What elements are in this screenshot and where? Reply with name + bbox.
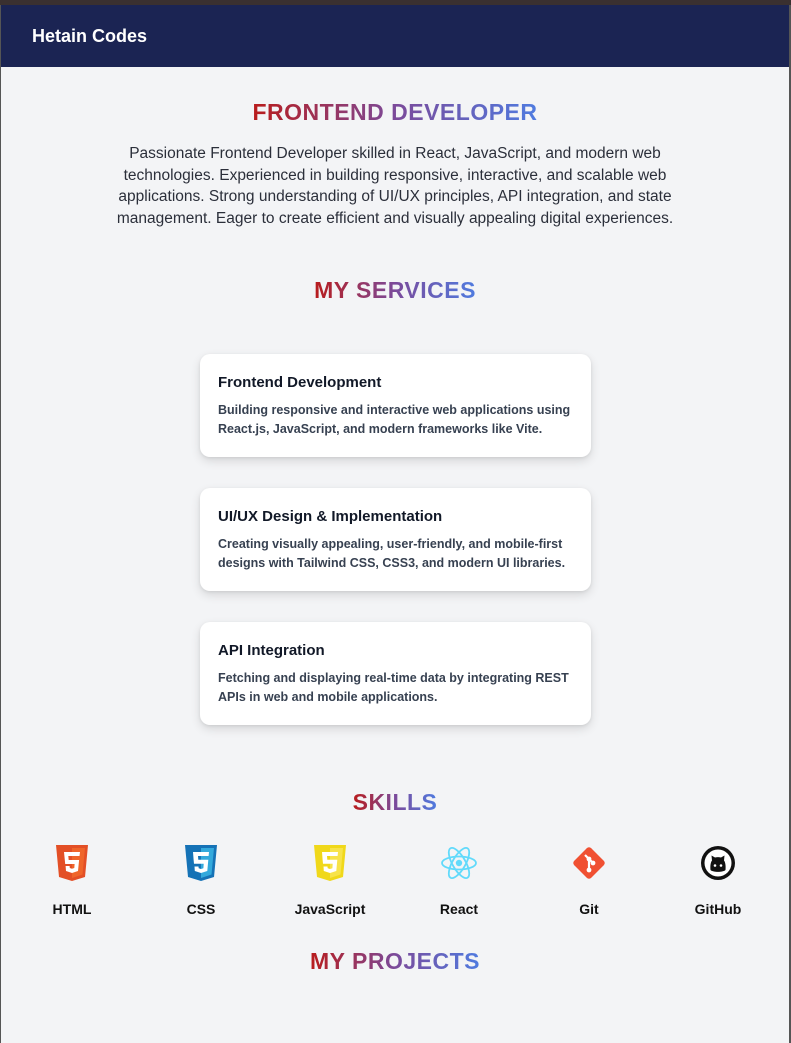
git-icon: [573, 847, 605, 879]
projects-heading: MY PROJECTS: [310, 948, 480, 974]
brand-logo-text[interactable]: Hetain Codes: [32, 26, 147, 47]
html5-icon: [56, 845, 88, 881]
skill-label: JavaScript: [294, 901, 366, 917]
skill-label: CSS: [186, 901, 216, 917]
skill-label: HTML: [52, 901, 92, 917]
service-card-description: Fetching and displaying real-time data b…: [218, 671, 569, 704]
navbar: Hetain Codes: [1, 5, 789, 67]
skills-heading: SKILLS: [352, 789, 438, 815]
react-icon: [441, 847, 477, 879]
hero-title: FRONTEND DEVELOPER: [252, 99, 538, 125]
service-card-title: Frontend Development: [218, 374, 382, 391]
skills-heading-wrap: SKILLS: [1, 789, 789, 816]
service-card-api: API Integration Fetching and displaying …: [200, 622, 591, 725]
skill-javascript: JavaScript: [270, 843, 390, 917]
skill-label: GitHub: [694, 901, 742, 917]
javascript-icon: [314, 845, 346, 881]
skill-css: CSS: [141, 843, 261, 917]
service-card-description: Building responsive and interactive web …: [218, 403, 571, 436]
css3-icon: [185, 845, 217, 881]
hero-title-wrap: FRONTEND DEVELOPER: [1, 99, 789, 126]
skill-react: React: [399, 843, 519, 917]
skill-html: HTML: [12, 843, 132, 917]
page-viewport: Hetain Codes FRONTEND DEVELOPER Passiona…: [0, 5, 791, 1043]
skill-label: Git: [579, 901, 599, 917]
skill-label: React: [439, 901, 479, 917]
services-heading-wrap: MY SERVICES: [1, 277, 789, 304]
services-heading: MY SERVICES: [314, 277, 476, 303]
hero-description: Passionate Frontend Developer skilled in…: [116, 145, 674, 227]
skill-git: Git: [529, 843, 649, 917]
skills-list: HTML CSS JavaScript React Git GitHub: [1, 843, 789, 923]
projects-heading-wrap: MY PROJECTS: [1, 948, 789, 975]
service-card-description: Creating visually appealing, user-friend…: [218, 537, 566, 570]
service-card-uiux: UI/UX Design & Implementation Creating v…: [200, 488, 591, 591]
github-icon: [701, 846, 735, 880]
service-card-title: API Integration: [218, 642, 325, 659]
skill-github: GitHub: [658, 843, 778, 917]
service-card-frontend: Frontend Development Building responsive…: [200, 354, 591, 457]
service-card-title: UI/UX Design & Implementation: [218, 508, 443, 525]
